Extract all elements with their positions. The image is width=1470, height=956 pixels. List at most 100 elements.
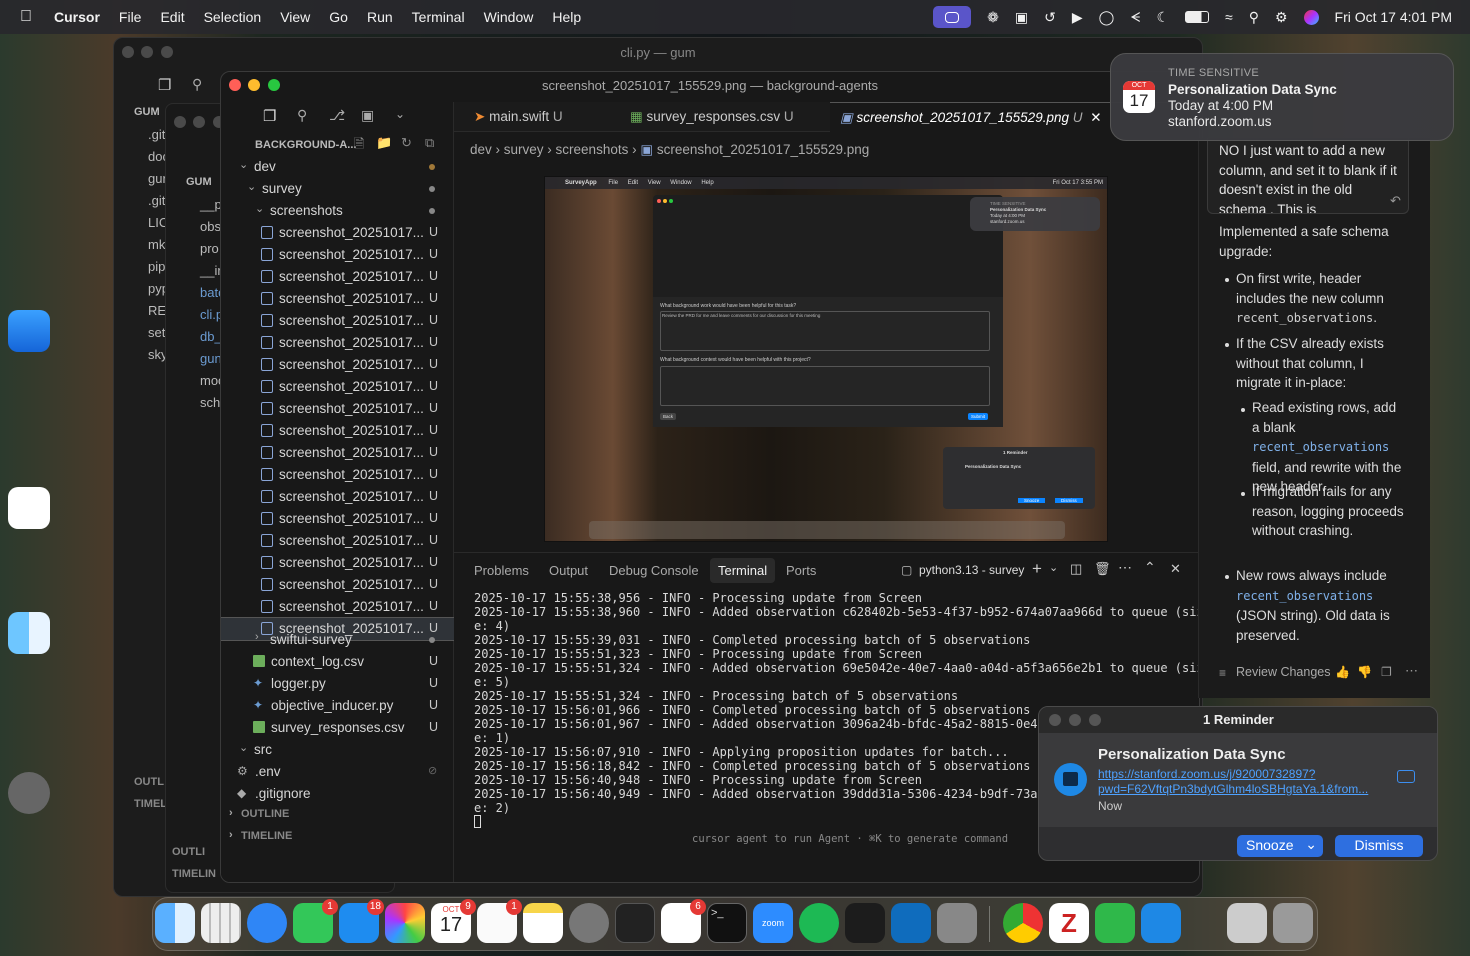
add-terminal-icon[interactable]: + [1032, 559, 1042, 579]
new-file-icon[interactable]: 🗎 [354, 135, 364, 157]
breadcrumb-item[interactable]: screenshot_20251017_155529.png [657, 142, 869, 157]
chevron-down-icon[interactable]: ⌄ [1049, 561, 1058, 574]
reminder-link[interactable]: pwd=F62VftqtPn3bdytGlhm4loSBHgtaYa.1&fro… [1098, 782, 1368, 796]
zoom-button[interactable] [1089, 714, 1101, 726]
wifi-icon[interactable]: ≈ [1225, 9, 1233, 25]
tree-file-screenshot[interactable]: screenshot_20251017... U [221, 574, 454, 596]
finder-stage-icon[interactable] [8, 612, 50, 654]
outline-header[interactable]: OUTL [134, 776, 164, 788]
terminal-profile[interactable]: python3.13 - survey [919, 563, 1024, 577]
timeline-header[interactable]: TIMELIN [172, 868, 216, 880]
files-icon[interactable]: ❐ [263, 107, 276, 125]
reminder-window[interactable]: 1 Reminder Personalization Data Sync htt… [1038, 706, 1438, 861]
menu-app-name[interactable]: Cursor [54, 9, 100, 25]
tree-folder-dev[interactable]: ⌄ dev [221, 156, 454, 178]
messages-icon[interactable]: 1 [293, 899, 338, 943]
minimize-button[interactable] [1069, 714, 1081, 726]
menu-help[interactable]: Help [552, 9, 581, 25]
tree-item[interactable]: gun [200, 351, 222, 366]
close-panel-icon[interactable]: ✕ [1170, 561, 1181, 577]
menu-edit[interactable]: Edit [160, 9, 184, 25]
numbers-icon[interactable] [1095, 903, 1135, 943]
apple-icon[interactable]:  [20, 8, 32, 26]
close-button[interactable] [174, 116, 186, 128]
timeline-header[interactable]: TIMEL [134, 798, 167, 810]
snooze-button[interactable]: Snooze ⌄ [1237, 835, 1323, 857]
breadcrumb-item[interactable]: survey [504, 142, 544, 157]
menu-window[interactable]: Window [484, 9, 534, 25]
battery-icon[interactable] [1185, 11, 1209, 23]
tree-folder-survey[interactable]: ⌄ survey [221, 178, 454, 200]
tree-file-screenshot[interactable]: screenshot_20251017... U [221, 266, 454, 288]
tree-file-screenshot[interactable]: screenshot_20251017... U [221, 244, 454, 266]
slack-stage-icon[interactable] [8, 487, 50, 529]
chrome-icon[interactable] [1003, 903, 1043, 943]
tree-file-screenshot[interactable]: screenshot_20251017... U [221, 464, 454, 486]
moon-icon[interactable]: ☾ [1156, 9, 1169, 26]
refresh-icon[interactable]: ↻ [401, 135, 412, 151]
video-icon[interactable] [1397, 770, 1415, 783]
outline-section[interactable]: › OUTLINE [221, 805, 454, 827]
tree-file-screenshot[interactable]: screenshot_20251017... U [221, 552, 454, 574]
calendar-notification[interactable]: OCT 17 TIME SENSITIVE Personalization Da… [1110, 53, 1454, 141]
tree-item[interactable]: pro [200, 241, 219, 256]
tree-item[interactable]: __ir [200, 263, 222, 278]
tree-file-screenshot[interactable]: screenshot_20251017... U [221, 442, 454, 464]
tree-file-screenshot[interactable]: screenshot_20251017... U [221, 398, 454, 420]
maximize-panel-icon[interactable]: ⌃ [1144, 559, 1156, 576]
siri-icon[interactable] [1303, 9, 1319, 25]
close-button[interactable] [1049, 714, 1061, 726]
tree-file-screenshot[interactable]: screenshot_20251017... U [221, 530, 454, 552]
tree-file-context-log[interactable]: context_log.csv U [221, 651, 454, 673]
slack-icon[interactable]: 6 [661, 899, 706, 943]
headphones-icon[interactable]: ◯ [1099, 9, 1115, 26]
trash-icon[interactable] [1273, 903, 1313, 943]
review-changes-button[interactable]: Review Changes [1236, 665, 1331, 679]
tree-file-survey-responses[interactable]: survey_responses.csv U [221, 717, 454, 739]
dismiss-button[interactable]: Dismiss [1335, 835, 1423, 857]
undo-icon[interactable]: ↶ [1390, 193, 1401, 209]
tree-file-screenshot[interactable]: screenshot_20251017... U [221, 332, 454, 354]
tree-item[interactable]: .git [148, 193, 165, 208]
tree-item[interactable]: .git [148, 127, 165, 142]
tree-folder-src[interactable]: ⌄ src [221, 739, 454, 761]
user-message[interactable]: NO I just want to add a new column, and … [1207, 138, 1409, 214]
menu-clock[interactable]: Fri Oct 17 4:01 PM [1335, 9, 1452, 25]
menu-terminal[interactable]: Terminal [412, 9, 465, 25]
box-icon[interactable]: ▣ [1015, 9, 1028, 26]
breadcrumb-item[interactable]: dev [470, 142, 492, 157]
tab-output[interactable]: Output [549, 563, 588, 578]
extensions-icon[interactable]: ▣ [361, 107, 374, 124]
tab-debug-console[interactable]: Debug Console [609, 563, 699, 578]
menu-file[interactable]: File [119, 9, 142, 25]
zotero-icon[interactable]: Z [1049, 903, 1089, 943]
openai-icon[interactable]: ❁ [987, 9, 999, 26]
terminal-app-icon[interactable]: >_ [707, 903, 747, 943]
calendar-icon[interactable]: OCT 17 9 [431, 899, 476, 943]
tree-item[interactable]: sch [200, 395, 220, 410]
tab-terminal[interactable]: Terminal [710, 558, 776, 583]
breadcrumb-item[interactable]: screenshots [556, 142, 629, 157]
menu-selection[interactable]: Selection [204, 9, 262, 25]
tab-main-swift[interactable]: ➤ main.swift U [474, 102, 563, 132]
control-center-icon[interactable]: ⚙ [1275, 9, 1288, 26]
tree-item[interactable]: obs [200, 219, 221, 234]
mail-icon[interactable]: 18 [339, 899, 384, 943]
tree-item[interactable]: pip [148, 259, 165, 274]
tree-file-objective-inducer[interactable]: ✦ objective_inducer.py U [221, 695, 454, 717]
reminders-icon[interactable]: 1 [477, 899, 522, 943]
tree-file-screenshot[interactable]: screenshot_20251017... U [221, 354, 454, 376]
outline-header[interactable]: OUTLI [172, 846, 205, 858]
thumbs-down-icon[interactable]: 👎 [1357, 665, 1372, 679]
tree-item[interactable]: mk [148, 237, 165, 252]
tree-file-gitignore[interactable]: ◆ .gitignore [221, 783, 454, 805]
tree-file-screenshot[interactable]: screenshot_20251017... U [221, 420, 454, 442]
preview-icon[interactable] [1227, 903, 1267, 943]
more-icon[interactable]: ⋯ [1118, 559, 1132, 576]
spotify-icon[interactable] [799, 903, 839, 943]
chatgpt-icon[interactable] [615, 903, 655, 943]
chevron-down-icon[interactable]: ⌄ [395, 107, 405, 121]
cursor-app-icon[interactable] [845, 903, 885, 943]
menu-run[interactable]: Run [367, 9, 393, 25]
tree-file-logger[interactable]: ✦ logger.py U [221, 673, 454, 695]
